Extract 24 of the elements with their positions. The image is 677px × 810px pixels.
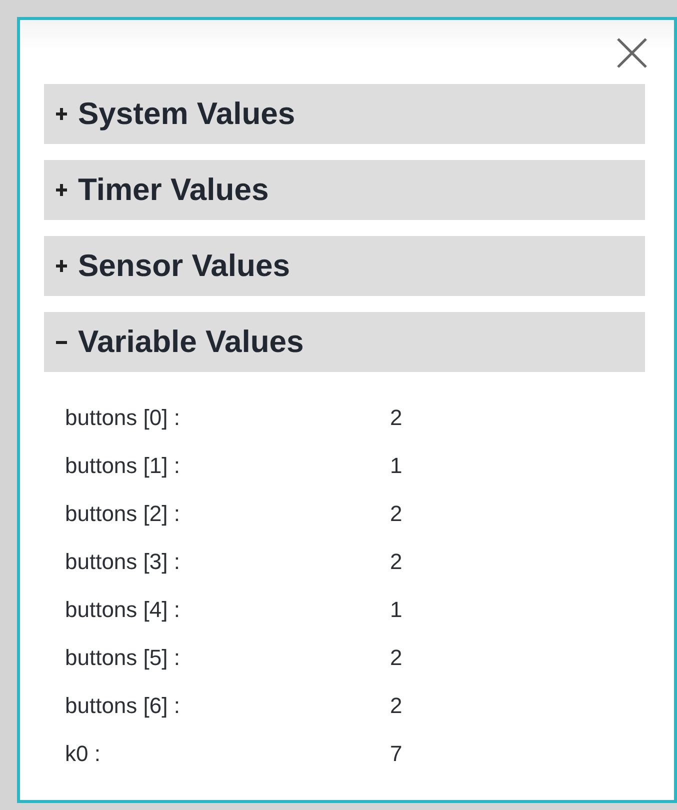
section-header[interactable]: Sensor Values [44,236,645,296]
variable-value: 1 [390,452,404,480]
variable-name: buttons [4] : [65,596,181,624]
variable-value: 7 [390,740,404,768]
close-button[interactable] [616,37,648,69]
variable-name: buttons [2] : [65,500,181,528]
variable-value: 2 [390,548,404,576]
variable-name: buttons [0] : [65,404,181,432]
plus-icon [56,184,68,196]
variable-value: 2 [390,644,404,672]
variable-value: 2 [390,500,404,528]
variable-name: buttons [3] : [65,548,181,576]
plus-icon [56,108,68,120]
variable-name: buttons [1] : [65,452,181,480]
variable-value: 1 [390,596,404,624]
section-header[interactable]: Variable Values [44,312,645,372]
section-header[interactable]: Timer Values [44,160,645,220]
variable-name: buttons [6] : [65,692,181,720]
variable-name: k0 : [65,740,102,768]
variable-value: 2 [390,404,404,432]
section-header[interactable]: System Values [44,84,645,144]
variable-name: buttons [5] : [65,644,181,672]
variable-value: 2 [390,692,404,720]
plus-icon [56,260,68,272]
